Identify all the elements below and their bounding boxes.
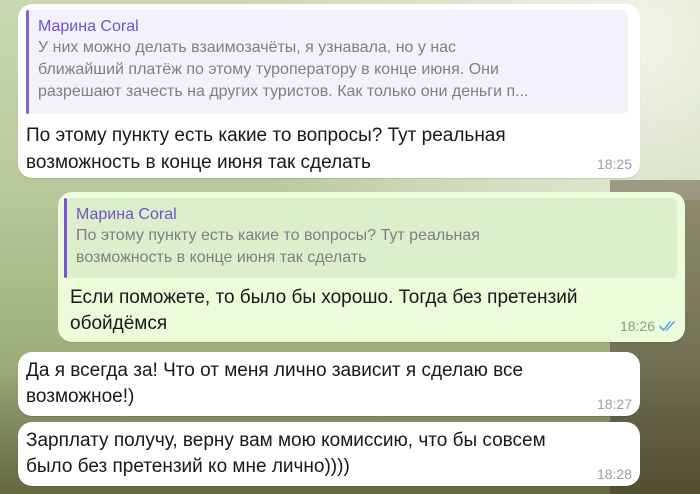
chat-screen: { "messages": [ { "quote": { "author": "… [0,0,700,494]
message-line: возможное!) [26,386,135,407]
message-bubble-incoming[interactable]: Да я всегда за! Что от меня лично зависи… [18,352,640,416]
quote-line: У них можно делать взаимозачёты, я узнав… [38,39,457,56]
message-line: возможность в конце июня так сделать [26,152,371,173]
message-time: 18:28 [596,466,632,482]
message-line: Если поможете, то было бы хорошо. Тогда … [70,287,578,308]
message-bubble-incoming[interactable]: Зарплату получу, верну вам мою комиссию,… [18,422,640,486]
quote-line: По этому пункту есть какие то вопросы? Т… [76,227,480,244]
quote-line: ближайший платёж по этому туроператору в… [38,61,499,78]
message-line: обойдёмся [70,313,168,334]
message-bubble-incoming[interactable]: Марина Coral У них можно делать взаимоза… [18,4,640,178]
message-bubble-outgoing[interactable]: Марина Coral По этому пункту есть какие … [58,192,685,342]
message-time: 18:27 [596,396,632,412]
double-check-icon [659,321,675,331]
message-line: Зарплату получу, верну вам мою комиссию,… [26,430,546,451]
quote-author: Марина Coral [38,18,139,35]
reply-quote[interactable]: Марина Coral По этому пункту есть какие … [64,198,677,278]
message-time: 18:25 [596,156,632,172]
message-time: 18:26 [619,318,655,334]
quote-author: Марина Coral [76,206,177,223]
message-line: По этому пункту есть какие то вопросы? Т… [26,125,506,146]
message-line: было без претензий ко мне лично)))) [26,456,350,477]
quote-line: разрешают зачесть на других туристов. Ка… [38,83,529,100]
quote-line: возможность в конце июня так сделать [76,249,367,266]
reply-quote[interactable]: Марина Coral У них можно делать взаимоза… [26,10,628,114]
message-line: Да я всегда за! Что от меня лично зависи… [26,360,524,381]
